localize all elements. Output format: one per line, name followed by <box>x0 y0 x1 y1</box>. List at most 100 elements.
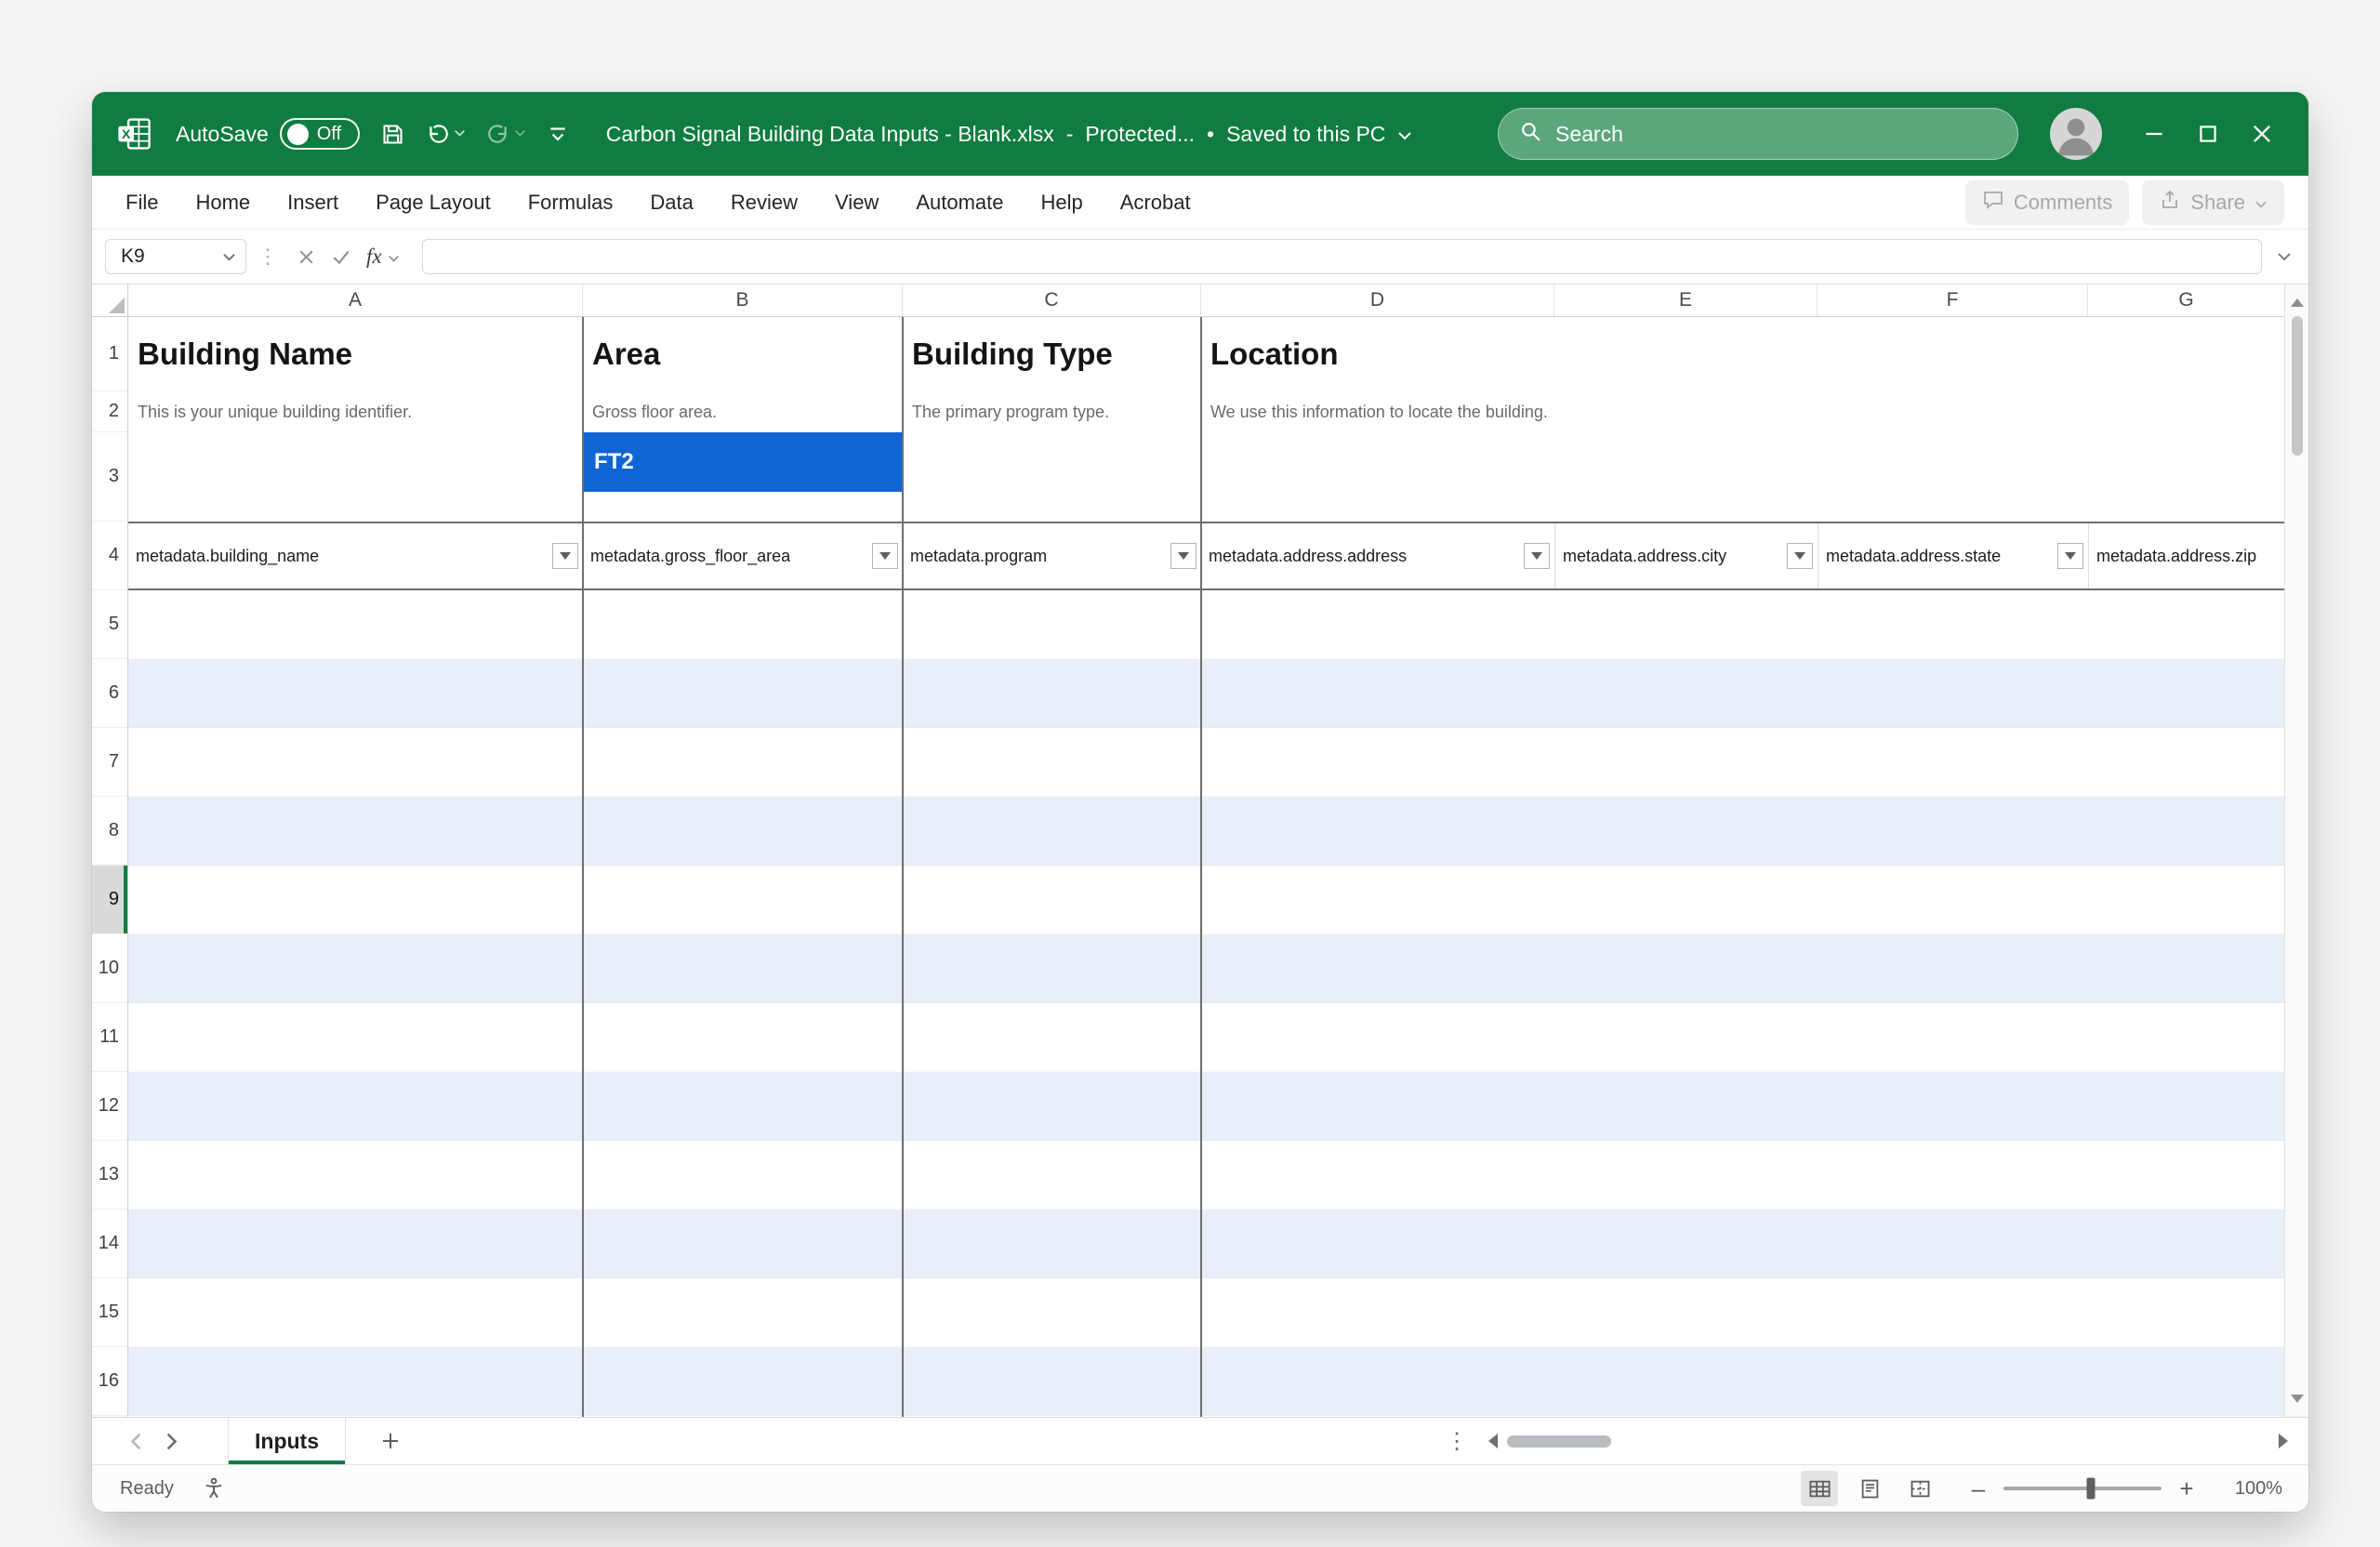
confirm-entry-icon[interactable] <box>331 246 351 267</box>
horizontal-scrollbar[interactable] <box>1488 1434 2288 1448</box>
tab-bar-options-icon[interactable]: ⋮ <box>1446 1428 1468 1455</box>
sheet-tab-inputs[interactable]: Inputs <box>228 1418 346 1464</box>
dropdown-button[interactable] <box>552 543 578 569</box>
dropdown-button[interactable] <box>2057 543 2083 569</box>
dropdown-button[interactable] <box>872 543 898 569</box>
column-header-c[interactable]: C <box>903 284 1201 316</box>
redo-menu-chevron-icon[interactable] <box>514 126 526 142</box>
zoom-slider-thumb[interactable] <box>2086 1478 2095 1500</box>
scroll-right-icon[interactable] <box>2279 1434 2288 1448</box>
search-input[interactable]: Search <box>1498 108 2018 160</box>
unit-cell-ft2[interactable]: FT2 <box>583 432 903 492</box>
section-title-building-type[interactable]: Building Type <box>912 337 1113 372</box>
row-header-2[interactable]: 2 <box>92 391 127 432</box>
zoom-level[interactable]: 100% <box>2214 1478 2282 1500</box>
accessibility-checker-icon[interactable] <box>202 1476 226 1501</box>
page-layout-view-button[interactable] <box>1851 1471 1888 1506</box>
autosave-toggle[interactable]: AutoSave Off <box>176 118 360 150</box>
section-subtitle-building-name[interactable]: This is your unique building identifier. <box>138 403 412 422</box>
grid-row-16[interactable] <box>128 1347 2284 1416</box>
section-subtitle-location[interactable]: We use this information to locate the bu… <box>1210 403 1548 422</box>
horizontal-scrollbar-thumb[interactable] <box>1507 1435 1611 1448</box>
grid-row-14[interactable] <box>128 1210 2284 1278</box>
select-all-button[interactable] <box>92 284 128 316</box>
close-button[interactable] <box>2240 92 2284 176</box>
vertical-scrollbar-thumb[interactable] <box>2292 316 2303 456</box>
section-title-location[interactable]: Location <box>1210 337 1339 372</box>
field-cell-gross-floor-area[interactable]: metadata.gross_floor_area <box>583 523 903 588</box>
grid-row-12[interactable] <box>128 1072 2284 1141</box>
next-sheet-button[interactable] <box>153 1432 189 1451</box>
menu-tab-insert[interactable]: Insert <box>269 176 357 229</box>
grid-row-5[interactable] <box>128 590 2284 659</box>
column-header-d[interactable]: D <box>1201 284 1554 316</box>
name-box-chevron-icon[interactable] <box>222 245 236 268</box>
saved-status[interactable]: Saved to this PC <box>1226 122 1385 147</box>
undo-menu-chevron-icon[interactable] <box>454 126 466 142</box>
scroll-down-button[interactable] <box>2291 1389 2304 1417</box>
row-header-4[interactable]: 4 <box>92 522 127 590</box>
row-header-1[interactable]: 1 <box>92 317 127 391</box>
menu-tab-help[interactable]: Help <box>1023 176 1102 229</box>
formula-input[interactable] <box>422 239 2262 274</box>
dropdown-button[interactable] <box>1524 543 1550 569</box>
row-header-14[interactable]: 14 <box>92 1210 127 1278</box>
grid-row-1[interactable]: Building Name Area Building Type Locatio… <box>128 317 2284 391</box>
row-header-13[interactable]: 13 <box>92 1141 127 1210</box>
redo-icon[interactable] <box>486 122 526 146</box>
saved-status-chevron-icon[interactable] <box>1397 122 1412 147</box>
comments-button[interactable]: Comments <box>1965 180 2129 225</box>
row-header-10[interactable]: 10 <box>92 934 127 1003</box>
grid-row-13[interactable] <box>128 1141 2284 1210</box>
menu-tab-data[interactable]: Data <box>631 176 711 229</box>
grid-row-11[interactable] <box>128 1003 2284 1072</box>
column-header-b[interactable]: B <box>583 284 903 316</box>
add-sheet-button[interactable] <box>379 1430 402 1452</box>
grid-row-3[interactable]: FT2 <box>128 432 2284 522</box>
expand-formula-bar-icon[interactable] <box>2277 251 2292 262</box>
grid-row-8[interactable] <box>128 797 2284 866</box>
dropdown-button[interactable] <box>1787 543 1813 569</box>
row-header-9-selected[interactable]: 9 <box>92 866 127 934</box>
undo-icon[interactable] <box>426 122 466 146</box>
menu-tab-acrobat[interactable]: Acrobat <box>1102 176 1210 229</box>
section-subtitle-area[interactable]: Gross floor area. <box>592 403 717 422</box>
column-header-g[interactable]: G <box>2088 284 2284 316</box>
field-cell-zip[interactable]: metadata.address.zip <box>2088 523 2284 588</box>
menu-tab-view[interactable]: View <box>816 176 897 229</box>
section-title-building-name[interactable]: Building Name <box>138 337 352 372</box>
zoom-slider[interactable] <box>2003 1487 2162 1490</box>
normal-view-button[interactable] <box>1801 1471 1838 1506</box>
grid-row-7[interactable] <box>128 728 2284 797</box>
menu-tab-page-layout[interactable]: Page Layout <box>357 176 509 229</box>
field-cell-program[interactable]: metadata.program <box>903 523 1201 588</box>
scroll-up-button[interactable] <box>2291 284 2304 312</box>
column-header-e[interactable]: E <box>1554 284 1818 316</box>
grid-row-2[interactable]: This is your unique building identifier.… <box>128 391 2284 432</box>
scroll-left-icon[interactable] <box>1488 1434 1498 1448</box>
quick-access-customize-icon[interactable] <box>547 123 569 145</box>
row-header-16[interactable]: 16 <box>92 1347 127 1416</box>
row-header-6[interactable]: 6 <box>92 659 127 728</box>
menu-tab-formulas[interactable]: Formulas <box>509 176 632 229</box>
grid-row-6[interactable] <box>128 659 2284 728</box>
row-header-3[interactable]: 3 <box>92 432 127 522</box>
column-header-f[interactable]: F <box>1818 284 2088 316</box>
grid-row-15[interactable] <box>128 1278 2284 1347</box>
insert-function-button[interactable]: fx <box>366 245 400 269</box>
avatar[interactable] <box>2050 108 2102 160</box>
formula-bar-handle-icon[interactable]: ⋮ <box>258 245 278 269</box>
protected-status[interactable]: Protected... <box>1085 122 1195 147</box>
column-header-a[interactable]: A <box>128 284 583 316</box>
row-header-11[interactable]: 11 <box>92 1003 127 1072</box>
field-cell-city[interactable]: metadata.address.city <box>1554 523 1818 588</box>
menu-tab-file[interactable]: File <box>107 176 177 229</box>
grid-row-9[interactable] <box>128 866 2284 934</box>
grid-row-10[interactable] <box>128 934 2284 1003</box>
row-header-15[interactable]: 15 <box>92 1278 127 1347</box>
page-break-preview-button[interactable] <box>1901 1471 1938 1506</box>
section-title-area[interactable]: Area <box>592 337 660 372</box>
zoom-in-button[interactable]: + <box>2173 1474 2201 1503</box>
field-cell-building-name[interactable]: metadata.building_name <box>128 523 583 588</box>
field-cell-state[interactable]: metadata.address.state <box>1818 523 2088 588</box>
